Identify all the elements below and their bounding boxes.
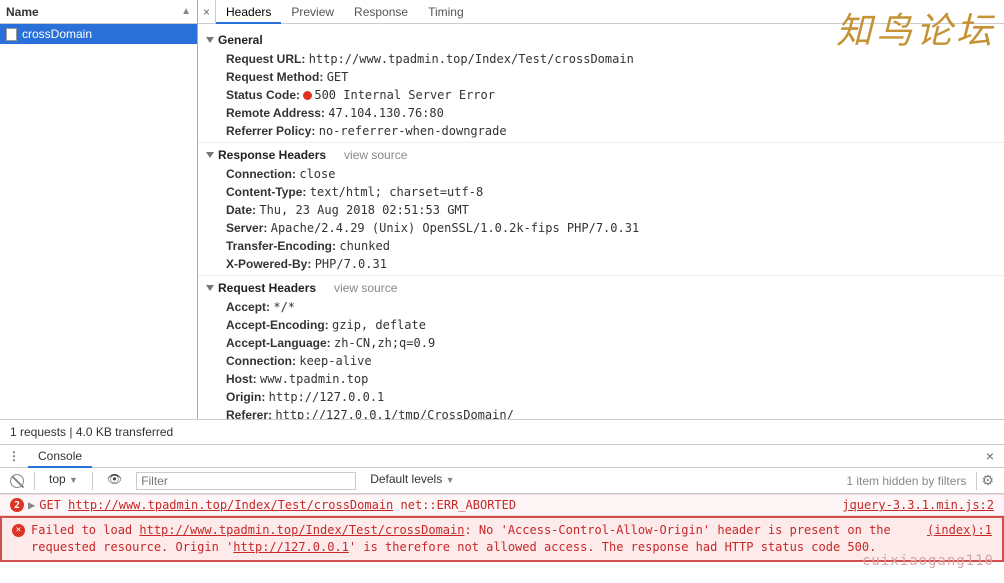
view-source-link[interactable]: view source bbox=[334, 281, 397, 295]
filter-input[interactable] bbox=[136, 472, 356, 490]
section-request-headers[interactable]: Request Headersview source bbox=[206, 278, 996, 298]
console-drawer-header: ⋮ Console × bbox=[0, 444, 1004, 468]
close-drawer-icon[interactable]: × bbox=[976, 448, 1004, 464]
error-count-badge: 2 bbox=[10, 498, 24, 512]
column-name: Name bbox=[6, 5, 39, 19]
msg-source-link[interactable]: jquery-3.3.1.min.js:2 bbox=[842, 498, 994, 512]
msg-url[interactable]: http://www.tpadmin.top/Index/Test/crossD… bbox=[68, 498, 393, 512]
sort-icon[interactable]: ▲ bbox=[181, 6, 191, 17]
details-panel: × Headers Preview Response Timing Genera… bbox=[198, 0, 1004, 419]
list-header[interactable]: Name ▲ bbox=[0, 0, 197, 24]
tab-response[interactable]: Response bbox=[344, 0, 418, 24]
view-source-link[interactable]: view source bbox=[344, 148, 407, 162]
label-method: Request Method: bbox=[226, 70, 323, 84]
label-refpolicy: Referrer Policy: bbox=[226, 124, 315, 138]
clear-console-icon[interactable] bbox=[10, 474, 24, 488]
value-remote: 47.104.130.76:80 bbox=[328, 106, 444, 120]
msg-text: Failed to load http://www.tpadmin.top/In… bbox=[31, 522, 927, 556]
error-icon: ✕ bbox=[12, 524, 25, 537]
console-tab[interactable]: Console bbox=[28, 444, 92, 468]
label-request-url: Request URL: bbox=[226, 52, 305, 66]
close-icon[interactable]: × bbox=[198, 0, 216, 24]
headers-body[interactable]: General Request URL: http://www.tpadmin.… bbox=[198, 24, 1004, 419]
msg-method: GET bbox=[39, 498, 61, 512]
msg-error: net::ERR_ABORTED bbox=[401, 498, 517, 512]
status-bar: 1 requests | 4.0 KB transferred bbox=[0, 420, 1004, 444]
context-selector[interactable]: top ▼ bbox=[43, 472, 84, 490]
msg-source-link[interactable]: (index):1 bbox=[927, 522, 992, 539]
value-request-url: http://www.tpadmin.top/Index/Test/crossD… bbox=[309, 52, 634, 66]
console-message-cors-error[interactable]: ✕ Failed to load http://www.tpadmin.top/… bbox=[0, 516, 1004, 562]
value-refpolicy: no-referrer-when-downgrade bbox=[319, 124, 507, 138]
label-status: Status Code: bbox=[226, 88, 300, 102]
console-filter-bar: top ▼ 👁 Default levels ▼ 1 item hidden b… bbox=[0, 468, 1004, 494]
watermark-user: cuixiaogang110 bbox=[862, 553, 994, 569]
document-icon bbox=[6, 28, 17, 41]
levels-selector[interactable]: Default levels ▼ bbox=[364, 472, 460, 490]
tab-headers[interactable]: Headers bbox=[216, 0, 281, 24]
tab-preview[interactable]: Preview bbox=[281, 0, 344, 24]
value-method: GET bbox=[327, 70, 349, 84]
request-row-selected[interactable]: crossDomain bbox=[0, 24, 197, 44]
request-name: crossDomain bbox=[22, 27, 92, 41]
details-tabs: × Headers Preview Response Timing bbox=[198, 0, 1004, 24]
drawer-menu-icon[interactable]: ⋮ bbox=[0, 449, 28, 463]
section-general[interactable]: General bbox=[206, 30, 996, 50]
hidden-count[interactable]: 1 item hidden by filters bbox=[846, 474, 966, 488]
live-expression-icon[interactable]: 👁 bbox=[101, 472, 128, 490]
expand-icon[interactable]: ▶ bbox=[28, 498, 35, 512]
section-response-headers[interactable]: Response Headersview source bbox=[206, 145, 996, 165]
console-message-error[interactable]: 2 ▶ GET http://www.tpadmin.top/Index/Tes… bbox=[0, 494, 1004, 516]
requests-list-panel: Name ▲ crossDomain bbox=[0, 0, 198, 419]
tab-timing[interactable]: Timing bbox=[418, 0, 474, 24]
label-remote: Remote Address: bbox=[226, 106, 325, 120]
settings-icon[interactable]: ⚙ bbox=[981, 472, 994, 489]
status-dot-icon bbox=[303, 91, 312, 100]
value-status: 500 Internal Server Error bbox=[314, 88, 495, 102]
